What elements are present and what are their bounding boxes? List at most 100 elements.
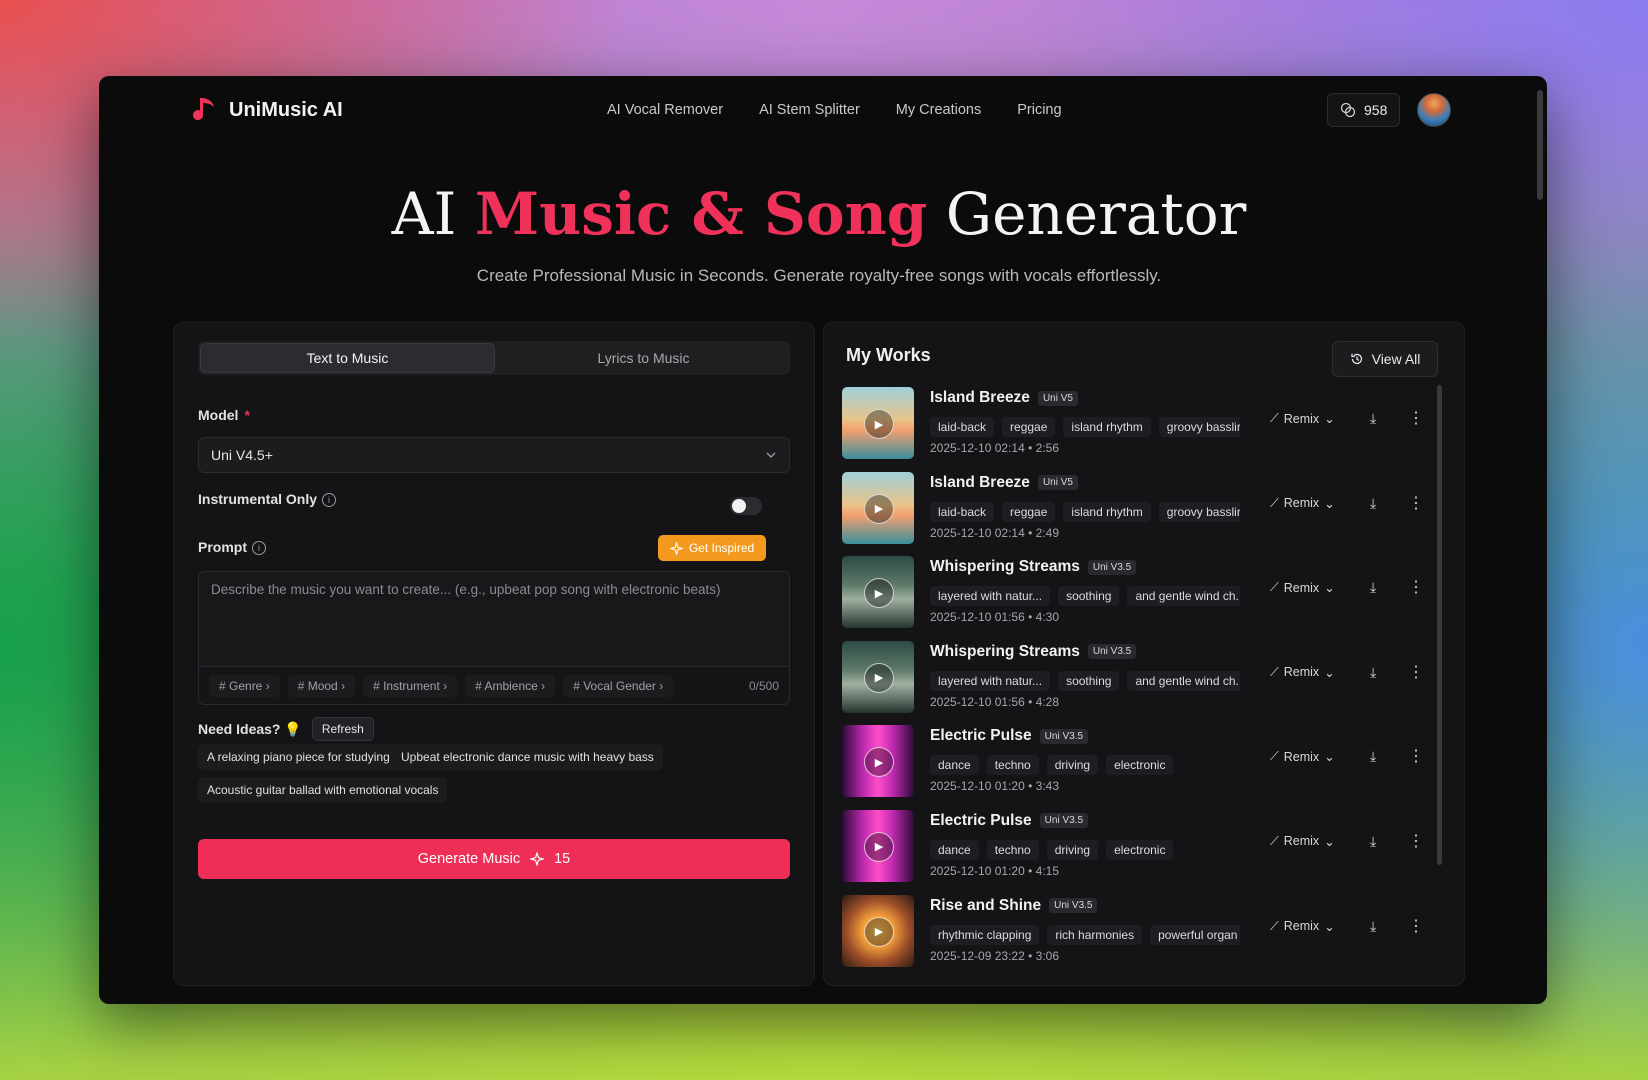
work-tag[interactable]: rhythmic clapping	[930, 924, 1040, 945]
work-tag[interactable]: island rhythm	[1063, 417, 1151, 437]
ideas-row: Need Ideas? 💡 Refresh	[198, 717, 374, 741]
logo[interactable]: UniMusic AI	[189, 94, 343, 126]
download-icon[interactable]: ⤓	[1370, 918, 1376, 935]
model-badge: Uni V5	[1037, 390, 1078, 406]
work-thumbnail[interactable]: ▶	[842, 640, 914, 713]
remix-label: Remix	[1283, 665, 1320, 680]
remix-button[interactable]: ⟋ Remix ⌄	[1270, 496, 1335, 511]
more-options-icon[interactable]: ⋮	[1408, 746, 1424, 766]
play-icon[interactable]: ▶	[864, 831, 894, 862]
work-tag[interactable]: reggae	[1002, 501, 1056, 522]
credits-badge[interactable]: 958	[1327, 93, 1401, 127]
work-tag[interactable]: layered with natur...	[930, 670, 1051, 691]
remix-button[interactable]: ⟋ Remix ⌄	[1270, 919, 1335, 934]
play-icon[interactable]: ▶	[864, 493, 894, 524]
tag-mood[interactable]: # Mood ›	[287, 674, 356, 697]
work-tag[interactable]: techno	[986, 755, 1039, 776]
work-tag[interactable]: powerful organ	[1150, 924, 1240, 945]
work-row[interactable]: ▶ Electric Pulse Uni V3.5 dance techno dri…	[842, 723, 1432, 808]
work-row[interactable]: ▶ Island Breeze Uni V5 laid-back reggae is…	[842, 470, 1432, 555]
work-tag[interactable]: island rhythm	[1063, 501, 1151, 522]
work-thumbnail[interactable]: ▶	[842, 471, 914, 544]
tag-vocal-gender[interactable]: # Vocal Gender ›	[563, 674, 674, 697]
refresh-ideas-button[interactable]: Refresh	[311, 717, 374, 741]
work-tag[interactable]: electronic	[1106, 839, 1174, 860]
nav-ai-vocal-remover[interactable]: AI Vocal Remover	[607, 102, 723, 118]
remix-button[interactable]: ⟋ Remix ⌄	[1270, 580, 1335, 595]
download-icon[interactable]: ⤓	[1370, 748, 1376, 765]
work-row[interactable]: ▶ Island Breeze Uni V5 laid-back reggae is…	[842, 385, 1432, 470]
work-tag[interactable]: techno	[986, 839, 1039, 860]
tag-instrument[interactable]: # Instrument ›	[363, 674, 458, 697]
prompt-textarea[interactable]: Describe the music you want to create...…	[198, 571, 790, 667]
tag-genre[interactable]: # Genre ›	[209, 674, 280, 697]
play-icon[interactable]: ▶	[864, 409, 894, 439]
work-row[interactable]: ▶ Rise and Shine Uni V3.5 rhythmic clapp…	[842, 893, 1432, 978]
download-icon[interactable]: ⤓	[1370, 495, 1376, 512]
work-tag[interactable]: laid-back	[930, 501, 995, 522]
work-row[interactable]: ▶ Electric Pulse Uni V3.5 dance techno dri…	[842, 808, 1432, 893]
instrumental-toggle[interactable]	[730, 497, 762, 515]
work-tag[interactable]: laid-back	[930, 417, 995, 437]
work-tag[interactable]: soothing	[1058, 670, 1120, 691]
more-options-icon[interactable]: ⋮	[1408, 916, 1424, 936]
play-icon[interactable]: ▶	[864, 662, 894, 693]
download-icon[interactable]: ⤓	[1370, 410, 1376, 427]
tab-text-to-music[interactable]: Text to Music	[200, 343, 495, 373]
work-tag[interactable]: driving	[1046, 755, 1099, 776]
model-badge: Uni V3.5	[1039, 813, 1089, 829]
model-select[interactable]: Uni V4.5+	[198, 437, 790, 473]
get-inspired-button[interactable]: Get Inspired	[658, 535, 766, 561]
work-tag[interactable]: dance	[930, 755, 979, 776]
work-tag[interactable]: groovy basslir	[1158, 501, 1240, 522]
nav-my-creations[interactable]: My Creations	[896, 102, 981, 118]
tab-lyrics-to-music[interactable]: Lyrics to Music	[497, 341, 790, 375]
work-tag[interactable]: groovy basslir	[1158, 417, 1240, 437]
work-tag[interactable]: driving	[1046, 839, 1099, 860]
download-icon[interactable]: ⤓	[1370, 664, 1376, 681]
play-icon[interactable]: ▶	[864, 578, 894, 609]
work-tag[interactable]: layered with natur...	[930, 586, 1051, 607]
download-icon[interactable]: ⤓	[1370, 579, 1376, 596]
work-tag[interactable]: dance	[930, 839, 979, 860]
more-options-icon[interactable]: ⋮	[1408, 577, 1424, 597]
nav-ai-stem-splitter[interactable]: AI Stem Splitter	[759, 102, 860, 118]
more-options-icon[interactable]: ⋮	[1408, 831, 1424, 851]
model-badge: Uni V3.5	[1087, 644, 1137, 660]
more-options-icon[interactable]: ⋮	[1408, 408, 1424, 428]
download-icon[interactable]: ⤓	[1370, 833, 1376, 850]
work-tag[interactable]: soothing	[1058, 586, 1120, 607]
play-icon[interactable]: ▶	[864, 916, 894, 947]
work-tag[interactable]: electronic	[1106, 755, 1174, 776]
remix-button[interactable]: ⟋ Remix ⌄	[1270, 665, 1335, 680]
work-tag[interactable]: and gentle wind ch.	[1127, 586, 1240, 607]
work-thumbnail[interactable]: ▶	[842, 725, 914, 798]
work-thumbnail[interactable]: ▶	[842, 809, 914, 882]
generate-music-button[interactable]: Generate Music 15	[198, 839, 790, 879]
more-options-icon[interactable]: ⋮	[1408, 662, 1424, 682]
remix-button[interactable]: ⟋ Remix ⌄	[1270, 411, 1335, 426]
work-tag[interactable]: rich harmonies	[1047, 924, 1143, 945]
work-row[interactable]: ▶ Whispering Streams Uni V3.5 layered wi…	[842, 639, 1432, 724]
work-tag[interactable]: and gentle wind ch.	[1127, 670, 1240, 691]
works-scrollbar[interactable]	[1437, 385, 1442, 865]
work-thumbnail[interactable]: ▶	[842, 387, 914, 459]
nav-pricing[interactable]: Pricing	[1017, 102, 1061, 118]
idea-chip[interactable]: Acoustic guitar ballad with emotional vo…	[198, 777, 448, 803]
work-row[interactable]: ▶ Whispering Streams Uni V3.5 layered wi…	[842, 554, 1432, 639]
work-tag[interactable]: reggae	[1002, 417, 1056, 437]
remix-button[interactable]: ⟋ Remix ⌄	[1270, 834, 1335, 849]
work-duration: 4:15	[1035, 863, 1059, 878]
tag-ambience[interactable]: # Ambience ›	[465, 674, 556, 697]
user-avatar[interactable]	[1417, 93, 1451, 127]
play-icon[interactable]: ▶	[864, 747, 894, 778]
info-icon[interactable]: i	[322, 493, 337, 508]
work-thumbnail[interactable]: ▶	[842, 894, 914, 967]
idea-chip[interactable]: Upbeat electronic dance music with heavy…	[392, 744, 663, 770]
idea-chip[interactable]: A relaxing piano piece for studying	[198, 744, 399, 770]
more-options-icon[interactable]: ⋮	[1408, 493, 1424, 513]
work-thumbnail[interactable]: ▶	[842, 556, 914, 629]
view-all-button[interactable]: View All	[1332, 341, 1438, 377]
info-icon[interactable]: i	[252, 541, 266, 556]
remix-button[interactable]: ⟋ Remix ⌄	[1270, 749, 1335, 764]
